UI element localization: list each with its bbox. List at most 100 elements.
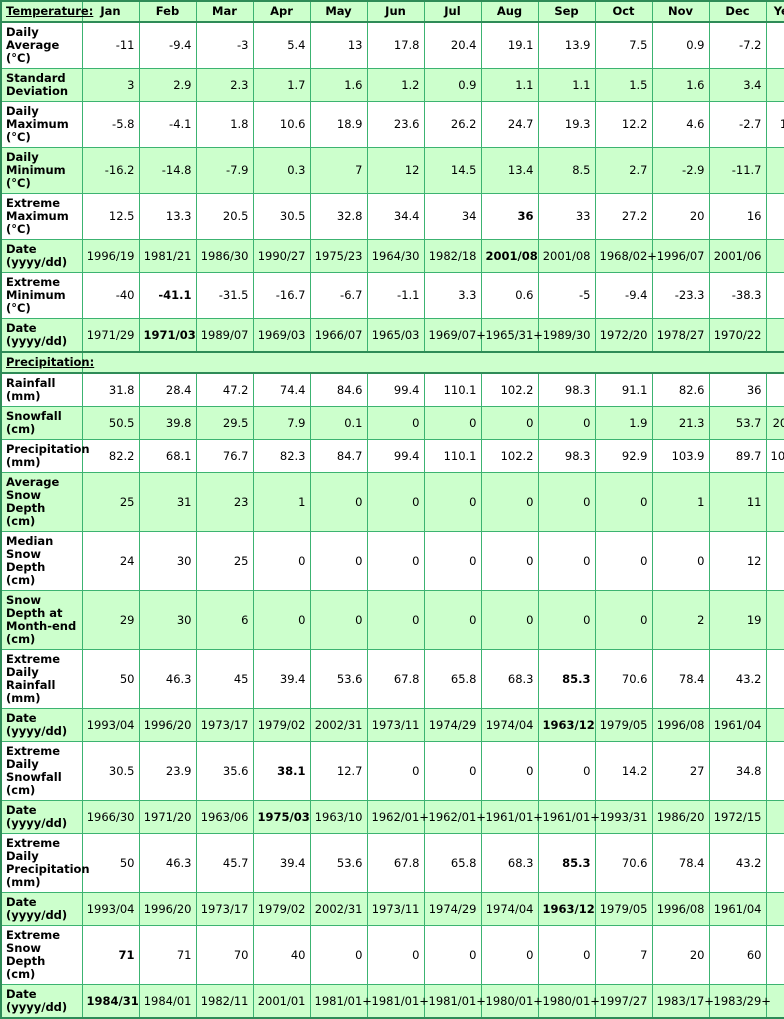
cell-jun: 1973/11 (366, 892, 425, 926)
cell-oct: 7.5 (594, 21, 653, 69)
cell-apr: 39.4 (252, 833, 311, 893)
cell-oct: 1968/02+ (594, 239, 657, 273)
cell-mar: 6 (195, 590, 254, 650)
cell-jul: 0 (423, 406, 482, 440)
cell-sep: 0 (537, 531, 596, 591)
cell-jul: 1974/29 (423, 708, 482, 742)
cell-jan: -11 (81, 21, 140, 69)
table-row: Standard Deviation 3 2.9 2.3 1.7 1.6 1.2 0.9 1.1… (0, 68, 784, 102)
cell-may: 53.6 (309, 833, 368, 893)
row-label: Extreme Maximum (°C) (0, 193, 83, 240)
cell-nov: 1996/08 (651, 892, 710, 926)
cell-jul: 110.1 (423, 372, 482, 407)
cell-jul: 0 (423, 472, 482, 532)
cell-aug: 1.1 (480, 68, 539, 102)
cell-apr: 1979/02 (252, 892, 311, 926)
cell-sep: 85.3 (537, 649, 596, 709)
row-label: Date (yyyy/dd) (0, 892, 83, 926)
cell-mar: 1973/17 (195, 708, 254, 742)
cell-aug: 0 (480, 472, 539, 532)
column-header-mar: Mar (195, 0, 254, 23)
cell-jun: 0 (366, 472, 425, 532)
cell-mar: -31.5 (195, 272, 254, 319)
cell-sep: 19.3 (537, 101, 596, 148)
table-row: Extreme Daily Rainfall (mm) 50 46.3 45 39.4 5… (0, 649, 784, 709)
cell-sep: 0 (537, 406, 596, 440)
cell-mar: -7.9 (195, 147, 254, 194)
cell-year: 5.6 (765, 21, 784, 69)
cell-jun: 67.8 (366, 833, 425, 893)
cell-may: 2002/31 (309, 892, 368, 926)
cell-apr: 82.3 (252, 439, 311, 473)
table-row: Precipitation (mm) 82.2 68.1 76.7 82.3 84.7 99… (0, 439, 784, 473)
table-row: Median Snow Depth (cm)2430250000000012 C (0, 531, 784, 591)
cell-may: 84.7 (309, 439, 368, 473)
cell-year (765, 741, 784, 801)
cell-feb: 31 (138, 472, 197, 532)
section-title-temperature: Temperature: (0, 0, 93, 23)
cell-jan: 1966/30 (81, 800, 140, 834)
cell-feb: 46.3 (138, 649, 197, 709)
cell-apr: 0.3 (252, 147, 311, 194)
cell-nov: 20 (651, 925, 710, 985)
cell-nov: 78.4 (651, 833, 710, 893)
cell-may: 1975/23 (309, 239, 368, 273)
table-header-row: Temperature: Jan Feb Mar Apr May Jun Jul Aug Sep O… (0, 0, 784, 23)
cell-jan: 1971/29 (81, 318, 140, 353)
cell-jun: 12 (366, 147, 425, 194)
cell-jul: 0 (423, 925, 482, 985)
cell-sep: 85.3 (537, 833, 596, 893)
cell-dec: -2.7 (708, 101, 767, 148)
cell-may: 13 (309, 21, 368, 69)
cell-aug: 1974/04 (480, 892, 539, 926)
cell-feb: 1996/20 (138, 708, 197, 742)
table-row: Date (yyyy/dd) 1993/04 1996/20 1973/17 1979/… (0, 708, 784, 742)
cell-aug: 36 (480, 193, 539, 240)
cell-apr: 5.4 (252, 21, 311, 69)
cell-sep: 0 (537, 925, 596, 985)
column-header-oct: Oct (594, 0, 653, 23)
cell-year (765, 531, 784, 591)
cell-nov: 82.6 (651, 372, 710, 407)
row-label: Extreme Daily Snowfall (cm) (0, 741, 83, 801)
cell-aug: 102.2 (480, 439, 539, 473)
cell-jan: 24 (81, 531, 140, 591)
cell-aug: 0 (480, 531, 539, 591)
cell-dec: 34.8 (708, 741, 767, 801)
cell-mar: 70 (195, 925, 254, 985)
row-label: Date (yyyy/dd) (0, 708, 83, 742)
cell-feb: 1981/21 (138, 239, 197, 273)
cell-sep: 1963/12 (537, 708, 596, 742)
cell-mar: 1986/30 (195, 239, 254, 273)
cell-nov: 1986/20 (651, 800, 710, 834)
column-header-jun: Jun (366, 0, 425, 23)
cell-nov: -2.9 (651, 147, 710, 194)
cell-aug: 68.3 (480, 833, 539, 893)
cell-jul: 34 (423, 193, 482, 240)
cell-jun: 0 (366, 590, 425, 650)
cell-jun: 0 (366, 741, 425, 801)
cell-oct: 91.1 (594, 372, 653, 407)
cell-jan: 29 (81, 590, 140, 650)
cell-mar: 1989/07 (195, 318, 254, 353)
table-row: Snow Depth at Month-end (cm) 29 30 6 0 0 0 0 0 0 0… (0, 590, 784, 650)
cell-oct: 14.2 (594, 741, 653, 801)
cell-year: 204.6 (765, 406, 784, 440)
cell-year (765, 649, 784, 709)
row-label: Extreme Snow Depth (cm) (0, 925, 83, 985)
column-header-jul: Jul (423, 0, 482, 23)
cell-nov: 4.6 (651, 101, 710, 148)
cell-nov: 103.9 (651, 439, 710, 473)
cell-mar: 29.5 (195, 406, 254, 440)
cell-apr: 0 (252, 590, 311, 650)
cell-jan: 25 (81, 472, 140, 532)
cell-mar: 1.8 (195, 101, 254, 148)
cell-sep: 1961/01+ (537, 800, 600, 834)
cell-jul: 0 (423, 741, 482, 801)
cell-sep: 0 (537, 741, 596, 801)
column-header-nov: Nov (651, 0, 710, 23)
cell-mar: 20.5 (195, 193, 254, 240)
cell-mar: 1973/17 (195, 892, 254, 926)
section-title-precipitation: Precipitation: (0, 351, 94, 374)
table-row: Date (yyyy/dd) 1966/30 1971/20 1963/06 1975/… (0, 800, 784, 834)
